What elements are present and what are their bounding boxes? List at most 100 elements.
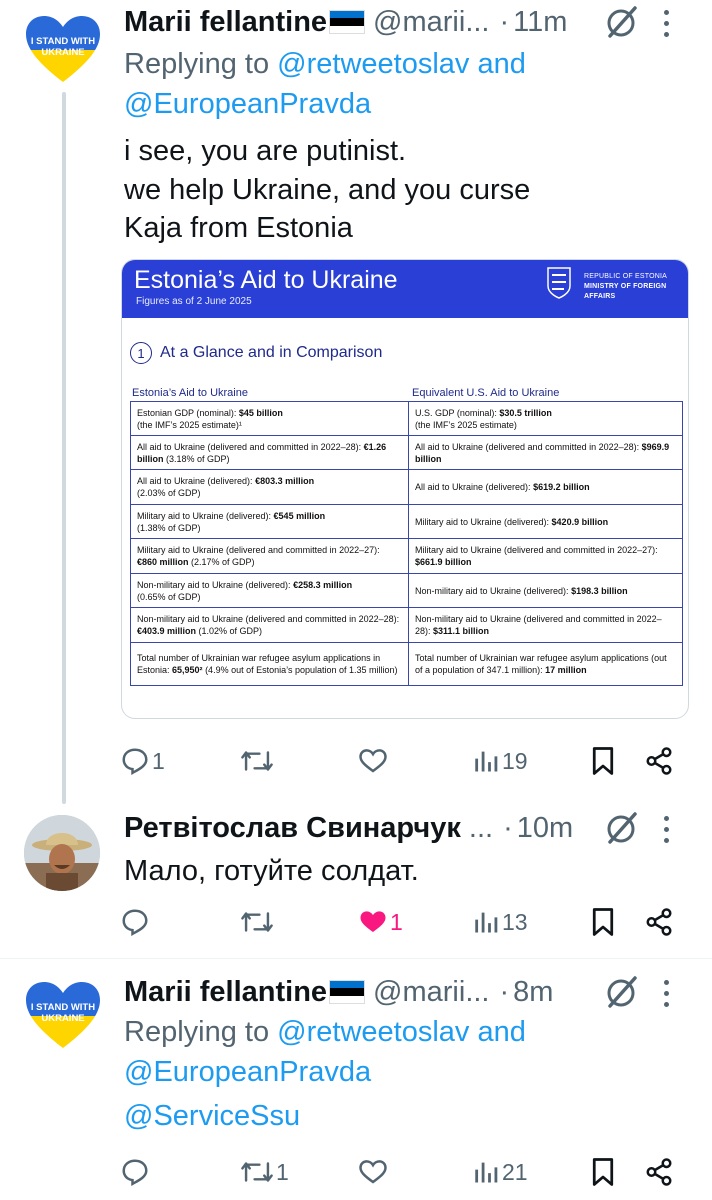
cell-value: €860 million	[137, 557, 189, 567]
cell-value: €803.3 million	[255, 476, 315, 486]
share-icon	[646, 1158, 672, 1186]
cell-text: Military aid to Ukraine (delivered):	[415, 516, 552, 527]
cell-text: Total number of Ukrainian war refugee as…	[415, 653, 667, 675]
mention-link[interactable]: @ServiceSsu	[124, 1096, 300, 1136]
ministry-line: REPUBLIC OF ESTONIA	[584, 273, 668, 280]
like-button[interactable]	[358, 741, 390, 781]
tweet-2[interactable]: Ретвітослав Свинарчук ... · 10m Мало, го…	[0, 805, 712, 957]
tweet-text: i see, you are putinist. we help Ukraine…	[124, 132, 682, 248]
tweet-3[interactable]: I STAND WITH UKRAINE Marii fellantine @m…	[0, 960, 712, 1200]
retweet-button[interactable]	[240, 741, 276, 781]
cell-text: Military aid to Ukraine (delivered and c…	[415, 545, 658, 555]
mention-link[interactable]: @retweetoslav	[277, 48, 469, 80]
author-name[interactable]: Marii fellantine	[124, 6, 327, 39]
views-button[interactable]: 21	[472, 1152, 528, 1192]
infographic-header: Estonia’s Aid to Ukraine Figures as of 2…	[122, 260, 688, 318]
infographic-subtitle: Figures as of 2 June 2025	[136, 296, 252, 307]
more-icon[interactable]	[662, 816, 670, 844]
bookmark-button[interactable]	[590, 741, 616, 781]
cell-value: €258.3 million	[293, 579, 353, 590]
section-number: 1	[130, 342, 152, 364]
avatar[interactable]	[24, 815, 100, 891]
mention-and[interactable]: and	[477, 48, 525, 80]
estonia-cell: Military aid to Ukraine (delivered): €54…	[130, 504, 409, 539]
tweet-1[interactable]: I STAND WITH UKRAINE Marii fellantine @m…	[0, 0, 712, 805]
cell-value: 17 million	[545, 665, 587, 675]
grok-icon[interactable]	[604, 810, 640, 846]
aid-table-row: All aid to Ukraine (delivered and commit…	[130, 435, 683, 470]
divider	[0, 958, 712, 959]
like-button[interactable]	[358, 1152, 390, 1192]
reply-count: 1	[152, 747, 165, 774]
avatar[interactable]: I STAND WITH UKRAINE	[24, 14, 102, 84]
reply-icon	[122, 748, 148, 775]
views-button[interactable]: 19	[472, 741, 528, 781]
text-line: we help Ukraine, and you curse	[124, 173, 531, 206]
share-icon	[646, 747, 672, 775]
cell-note: (1.38% of GDP)	[137, 522, 201, 533]
cell-text: Non-military aid to Ukraine (delivered a…	[137, 614, 400, 624]
timestamp[interactable]: 8m	[513, 976, 553, 1009]
mention-and[interactable]: and	[477, 1016, 525, 1048]
retweet-button[interactable]	[240, 902, 276, 942]
cell-value: $661.9 billion	[415, 557, 472, 567]
estonia-cell: All aid to Ukraine (delivered): €803.3 m…	[130, 469, 409, 505]
us-cell: Total number of Ukrainian war refugee as…	[408, 642, 683, 686]
share-button[interactable]	[644, 1152, 674, 1192]
retweet-button[interactable]: 1	[240, 1152, 289, 1192]
grok-icon[interactable]	[604, 974, 640, 1010]
replying-to-label: Replying to	[124, 48, 270, 80]
cell-value: $30.5 trillion	[499, 407, 552, 418]
mention-link[interactable]: @EuropeanPravda	[124, 88, 371, 120]
mention-link[interactable]: @EuropeanPravda	[124, 1056, 371, 1088]
mention-link[interactable]: @retweetoslav	[277, 1016, 469, 1048]
author-handle[interactable]: ...	[469, 812, 493, 845]
timestamp[interactable]: 10m	[517, 812, 573, 845]
reply-button[interactable]	[120, 1152, 152, 1192]
author-handle[interactable]: @marii...	[373, 976, 489, 1009]
avatar-text-2: UKRAINE	[41, 47, 84, 58]
text-line: Kaja from Estonia	[124, 212, 353, 244]
grok-icon[interactable]	[604, 4, 640, 40]
cell-value: $311.1 billion	[433, 626, 490, 636]
estonia-cell: Non-military aid to Ukraine (delivered):…	[130, 573, 409, 608]
retweet-icon	[241, 751, 273, 771]
us-cell: Military aid to Ukraine (delivered): $42…	[408, 504, 683, 539]
replying-to: Replying to @retweetoslav and @EuropeanP…	[124, 1012, 526, 1136]
like-icon	[359, 1160, 387, 1184]
views-button[interactable]: 13	[472, 902, 528, 942]
ministry-label: REPUBLIC OF ESTONIA MINISTRY OF FOREIGN …	[584, 272, 688, 302]
cell-note: (1.02% of GDP)	[196, 626, 263, 636]
us-cell: Military aid to Ukraine (delivered and c…	[408, 538, 683, 574]
reply-button[interactable]: 1	[120, 741, 165, 781]
cell-value: $420.9 billion	[551, 516, 609, 527]
like-button[interactable]: 1	[358, 902, 403, 942]
us-cell: All aid to Ukraine (delivered and commit…	[408, 435, 683, 470]
author-name[interactable]: Marii fellantine	[124, 976, 327, 1009]
aid-table-row: Non-military aid to Ukraine (delivered a…	[130, 607, 683, 643]
views-count: 19	[502, 747, 528, 774]
cell-note: (the IMF’s 2025 estimate)	[415, 419, 517, 430]
more-icon[interactable]	[662, 10, 670, 38]
bookmark-button[interactable]	[590, 1152, 616, 1192]
author-name[interactable]: Ретвітослав Свинарчук	[124, 812, 461, 845]
share-button[interactable]	[644, 741, 674, 781]
views-icon	[475, 912, 498, 933]
cell-note: (2.17% of GDP)	[188, 557, 255, 567]
like-count: 1	[390, 908, 403, 935]
cell-value: $45 billion	[238, 407, 283, 418]
share-button[interactable]	[644, 902, 674, 942]
timestamp[interactable]: 11m	[513, 6, 567, 39]
more-icon[interactable]	[662, 980, 670, 1008]
reply-button[interactable]	[120, 902, 152, 942]
aid-table-row: Military aid to Ukraine (delivered): €54…	[130, 504, 683, 539]
cell-value: $198.3 billion	[571, 585, 628, 596]
ministry-line: MINISTRY OF FOREIGN AFFAIRS	[584, 283, 667, 300]
author-handle[interactable]: @marii...	[373, 6, 489, 39]
attached-image[interactable]: Estonia’s Aid to Ukraine Figures as of 2…	[121, 259, 689, 719]
estonia-cell: Non-military aid to Ukraine (delivered a…	[130, 607, 409, 643]
views-count: 13	[502, 908, 528, 935]
bookmark-button[interactable]	[590, 902, 616, 942]
avatar-text-1: I STAND WITH	[31, 1002, 95, 1013]
avatar[interactable]: I STAND WITH UKRAINE	[24, 980, 102, 1050]
